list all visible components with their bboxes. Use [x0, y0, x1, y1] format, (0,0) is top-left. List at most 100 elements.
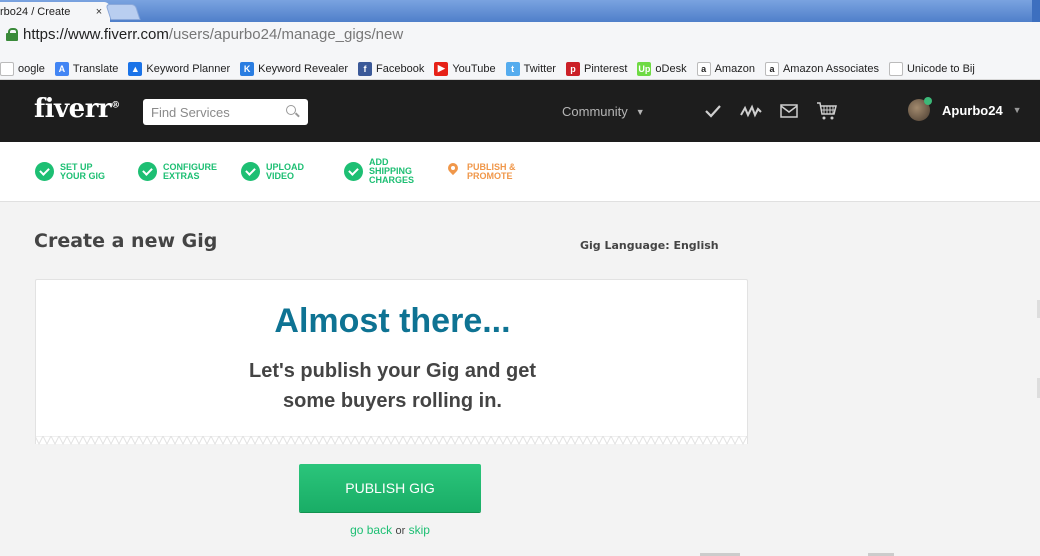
bookmark-item[interactable]: K Keyword Revealer	[240, 61, 349, 76]
adwords-icon: ▲	[128, 61, 143, 76]
online-status-dot	[924, 97, 932, 105]
address-bar-area: https://www.fiverr.com/users/apurbo24/ma…	[0, 22, 1040, 58]
tab-title: rbo24 / Create	[0, 6, 71, 18]
username: Apurbo24	[942, 102, 1003, 118]
youtube-icon: ▶	[434, 61, 449, 76]
go-back-link[interactable]: go back	[350, 523, 392, 537]
translate-icon: A	[54, 61, 69, 76]
step-label-line-2: VIDEO	[266, 170, 295, 181]
pinterest-icon: p	[565, 61, 580, 76]
cart-icon[interactable]	[816, 100, 838, 122]
check-circle-icon	[241, 162, 260, 181]
progress-step[interactable]: ADD SHIPPING CHARGES	[344, 158, 431, 185]
amazon-associates-icon: a	[764, 61, 779, 76]
bookmark-label: Pinterest	[583, 62, 628, 75]
browser-tab[interactable]: rbo24 / Create ×	[0, 2, 110, 22]
community-label: Community	[562, 104, 628, 119]
bookmark-item[interactable]: a Amazon Associates	[764, 61, 879, 76]
bookmark-label: Translate	[72, 62, 119, 75]
new-tab-button[interactable]	[105, 4, 141, 20]
keyword-revealer-icon: K	[240, 61, 255, 76]
progress-step[interactable]: CONFIGURE EXTRAS	[138, 162, 225, 181]
mail-icon[interactable]	[778, 100, 800, 122]
chevron-down-icon: ▼	[635, 106, 645, 117]
twitter-icon: t	[505, 61, 520, 76]
progress-step[interactable]: UPLOAD VIDEO	[241, 162, 328, 181]
search-box	[143, 99, 308, 125]
logo-text: fiverr	[34, 94, 112, 124]
gig-progress-steps: SET UP YOUR GIG CONFIGURE EXTRAS UPLOAD VIDEO…	[0, 142, 1040, 202]
card-subtitle-line-1: Let's publish your Gig and get	[249, 360, 536, 382]
fiverr-logo[interactable]: fiverr®	[34, 94, 120, 124]
gig-language: Gig Language: English	[580, 239, 719, 252]
bookmark-item[interactable]: f Facebook	[358, 61, 425, 76]
bookmark-item[interactable]: oogle	[0, 61, 45, 76]
bookmark-label: Amazon Associates	[782, 62, 879, 75]
step-label: PUBLISH & PROMOTE	[467, 162, 529, 181]
search-icon[interactable]	[286, 105, 300, 119]
step-label: CONFIGURE EXTRAS	[163, 162, 225, 181]
bookmark-item[interactable]: t Twitter	[505, 61, 556, 76]
bookmark-item[interactable]: ▶ YouTube	[434, 61, 496, 76]
card-zigzag-edge	[35, 436, 748, 446]
publish-card: Almost there... Let's publish your Gig a…	[35, 279, 748, 444]
step-label-line-2: EXTRAS	[163, 170, 200, 181]
lock-icon	[6, 28, 18, 41]
user-menu[interactable]: Apurbo24 ▼	[908, 97, 1022, 121]
bookmark-item[interactable]: Unicode to Bij	[888, 61, 975, 76]
bookmark-label: Keyword Planner	[146, 62, 231, 75]
step-label: ADD SHIPPING CHARGES	[369, 158, 431, 185]
bookmarks-bar: oogle A Translate ▲ Keyword Planner K Keyword …	[0, 58, 1040, 80]
bookmark-item[interactable]: a Amazon	[696, 61, 755, 76]
analytics-icon[interactable]	[740, 100, 762, 122]
window-edge	[1032, 0, 1040, 22]
bookmark-item[interactable]: ▲ Keyword Planner	[128, 61, 231, 76]
skip-link[interactable]: skip	[409, 523, 430, 537]
card-subtitle: Let's publish your Gig and get some buye…	[36, 356, 749, 416]
location-pin-icon	[447, 162, 459, 181]
bookmark-label: Amazon	[714, 62, 755, 75]
url-path: /users/apurbo24/manage_gigs/new	[168, 25, 404, 43]
bookmark-item[interactable]: p Pinterest	[565, 61, 628, 76]
publish-gig-button[interactable]: PUBLISH GIG	[299, 464, 481, 512]
step-label-line-2: CHARGES	[369, 175, 415, 185]
card-headline: Almost there...	[274, 302, 511, 340]
search-input[interactable]	[143, 100, 278, 124]
google-icon	[0, 61, 14, 76]
bookmark-item[interactable]: Up oDesk	[637, 61, 687, 76]
or-separator: or	[395, 525, 406, 537]
amazon-icon: a	[696, 61, 711, 76]
step-label: UPLOAD VIDEO	[266, 162, 328, 181]
chevron-down-icon: ▼	[1012, 105, 1022, 115]
page-title: Create a new Gig	[34, 230, 218, 252]
bookmark-label: Twitter	[523, 62, 556, 75]
url-host: https://www.fiverr.com	[23, 25, 169, 43]
check-circle-icon	[344, 162, 363, 181]
facebook-icon: f	[358, 61, 373, 76]
community-menu[interactable]: Community ▼	[562, 104, 645, 119]
bookmark-item[interactable]: A Translate	[54, 61, 119, 76]
browser-tab-strip: rbo24 / Create ×	[0, 0, 1040, 22]
bookmark-label: oogle	[18, 62, 45, 75]
checkmark-icon[interactable]	[702, 100, 724, 122]
check-circle-icon	[35, 162, 54, 181]
step-label-line-1: ADD SHIPPING	[369, 157, 413, 176]
header-icons	[702, 100, 854, 122]
bookmark-label: YouTube	[452, 62, 496, 75]
logo-registered-mark: ®	[111, 100, 120, 111]
step-label-line-2: YOUR GIG	[60, 170, 106, 181]
card-subtitle-line-2: some buyers rolling in.	[283, 390, 502, 412]
site-header: fiverr® Community ▼ Apurbo24 ▼	[0, 80, 1040, 142]
address-bar[interactable]: https://www.fiverr.com/users/apurbo24/ma…	[0, 22, 1040, 46]
progress-step[interactable]: SET UP YOUR GIG	[35, 162, 122, 181]
tab-close-icon[interactable]: ×	[92, 6, 106, 18]
navigation-links: go back or skip	[299, 523, 481, 537]
bookmark-label: Facebook	[376, 62, 425, 75]
bookmark-label: Keyword Revealer	[258, 62, 349, 75]
step-label-line-2: PROMOTE	[467, 170, 513, 181]
odesk-icon: Up	[637, 61, 652, 76]
avatar	[908, 97, 932, 121]
progress-step[interactable]: PUBLISH & PROMOTE	[447, 162, 529, 181]
check-circle-icon	[138, 162, 157, 181]
step-label: SET UP YOUR GIG	[60, 162, 122, 181]
